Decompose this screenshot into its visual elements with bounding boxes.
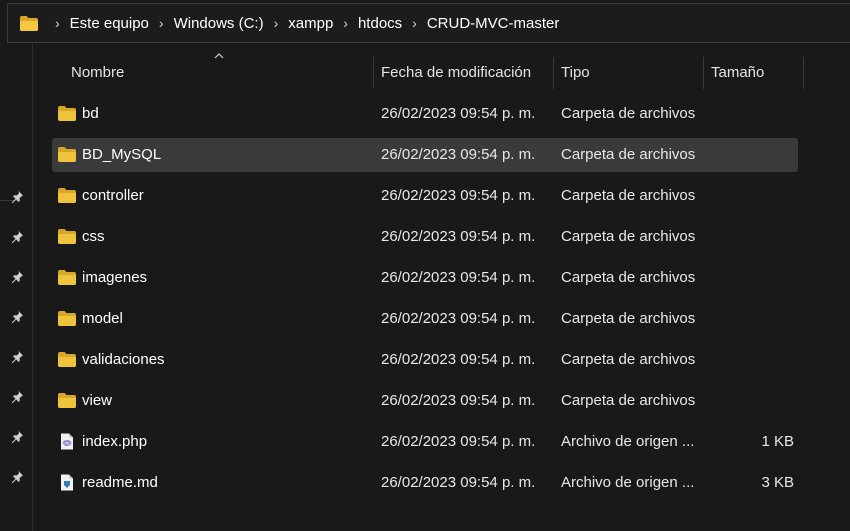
date-modified: 26/02/2023 09:54 p. m.: [381, 392, 536, 409]
column-header-type[interactable]: Tipo: [561, 55, 590, 91]
breadcrumb-htdocs[interactable]: htdocs: [358, 15, 402, 32]
file-type: Carpeta de archivos: [561, 187, 696, 204]
chevron-right-icon[interactable]: ›: [55, 15, 60, 31]
folder-icon: [57, 146, 77, 163]
file-type: Carpeta de archivos: [561, 392, 696, 409]
date-modified: 26/02/2023 09:54 p. m.: [381, 269, 536, 286]
folder-icon: [57, 392, 77, 409]
column-header-date[interactable]: Fecha de modificación: [381, 55, 531, 91]
column-header-name-label: Nombre: [71, 64, 125, 81]
table-row[interactable]: bd 26/02/2023 09:54 p. m. Carpeta de archi…: [52, 97, 798, 131]
file-name: model: [82, 310, 123, 327]
table-row[interactable]: imagenes 26/02/2023 09:54 p. m. Carpeta de…: [52, 261, 798, 295]
table-row[interactable]: css 26/02/2023 09:54 p. m. Carpeta de arch…: [52, 220, 798, 254]
pin-icon[interactable]: [10, 430, 24, 444]
pin-icon[interactable]: [10, 190, 24, 204]
breadcrumb-windows-c[interactable]: Windows (C:): [174, 15, 264, 32]
column-header-size-label: Tamaño: [711, 64, 765, 81]
markdown-file-icon: [57, 474, 77, 491]
file-name: readme.md: [82, 474, 158, 491]
file-type: Carpeta de archivos: [561, 105, 696, 122]
pin-icon[interactable]: [10, 470, 24, 484]
chevron-right-icon[interactable]: ›: [159, 15, 164, 31]
pin-icon[interactable]: [10, 350, 24, 364]
php-file-icon: php: [57, 433, 77, 450]
date-modified: 26/02/2023 09:54 p. m.: [381, 228, 536, 245]
folder-icon: [57, 310, 77, 327]
file-name: controller: [82, 187, 144, 204]
address-bar[interactable]: › Este equipo › Windows (C:) › xampp › h…: [7, 3, 850, 43]
file-type: Carpeta de archivos: [561, 310, 696, 327]
file-name: validaciones: [82, 351, 165, 368]
column-header-size[interactable]: Tamaño: [711, 55, 764, 91]
table-row[interactable]: controller 26/02/2023 09:54 p. m. Carpeta …: [52, 179, 798, 213]
column-header-type-label: Tipo: [561, 64, 590, 81]
table-row[interactable]: BD_MySQL 26/02/2023 09:54 p. m. Carpeta de…: [52, 138, 798, 172]
column-divider[interactable]: [373, 57, 374, 89]
file-name: index.php: [82, 433, 148, 450]
date-modified: 26/02/2023 09:54 p. m.: [381, 146, 536, 163]
table-row[interactable]: view 26/02/2023 09:54 p. m. Carpeta de arc…: [52, 384, 798, 418]
table-row[interactable]: model 26/02/2023 09:54 p. m. Carpeta de ar…: [52, 302, 798, 336]
pin-icon[interactable]: [10, 390, 24, 404]
folder-icon: [57, 269, 77, 286]
folder-icon: [19, 15, 39, 32]
file-name: view: [82, 392, 113, 409]
file-size: 3 KB: [761, 474, 794, 491]
date-modified: 26/02/2023 09:54 p. m.: [381, 105, 536, 122]
date-modified: 26/02/2023 09:54 p. m.: [381, 474, 536, 491]
date-modified: 26/02/2023 09:54 p. m.: [381, 433, 536, 450]
pin-icon[interactable]: [10, 230, 24, 244]
file-type: Archivo de origen ...: [561, 433, 695, 450]
pin-icon[interactable]: [10, 310, 24, 324]
file-type: Carpeta de archivos: [561, 146, 696, 163]
column-divider[interactable]: [803, 57, 804, 89]
table-row[interactable]: readme.md 26/02/2023 09:54 p. m. Archivo d…: [52, 466, 798, 500]
file-size: 1 KB: [761, 433, 794, 450]
chevron-right-icon[interactable]: ›: [412, 15, 417, 31]
navigation-pane: [0, 44, 33, 531]
date-modified: 26/02/2023 09:54 p. m.: [381, 351, 536, 368]
breadcrumb-xampp[interactable]: xampp: [288, 15, 333, 32]
file-type: Carpeta de archivos: [561, 269, 696, 286]
file-name: css: [82, 228, 105, 245]
file-type: Carpeta de archivos: [561, 351, 696, 368]
file-name: imagenes: [82, 269, 148, 286]
svg-text:php: php: [63, 441, 71, 446]
folder-icon: [57, 228, 77, 245]
file-type: Carpeta de archivos: [561, 228, 696, 245]
date-modified: 26/02/2023 09:54 p. m.: [381, 310, 536, 327]
date-modified: 26/02/2023 09:54 p. m.: [381, 187, 536, 204]
column-divider[interactable]: [703, 57, 704, 89]
breadcrumb-crud-mvc-master[interactable]: CRUD-MVC-master: [427, 15, 560, 32]
table-row[interactable]: php index.php 26/02/2023 09:54 p. m. Archiv…: [52, 425, 798, 459]
chevron-right-icon[interactable]: ›: [274, 15, 279, 31]
file-type: Archivo de origen ...: [561, 474, 695, 491]
folder-icon: [57, 351, 77, 368]
pin-icon[interactable]: [10, 270, 24, 284]
column-divider[interactable]: [553, 57, 554, 89]
chevron-right-icon[interactable]: ›: [343, 15, 348, 31]
file-name: BD_MySQL: [82, 146, 162, 163]
breadcrumb-este-equipo[interactable]: Este equipo: [70, 15, 149, 32]
column-header-date-label: Fecha de modificación: [381, 64, 532, 81]
column-header-name[interactable]: Nombre: [71, 55, 124, 91]
file-name: bd: [82, 105, 99, 122]
column-header: Nombre Fecha de modificación Tipo Tamaño: [33, 53, 850, 91]
table-row[interactable]: validaciones 26/02/2023 09:54 p. m. Carpet…: [52, 343, 798, 377]
folder-icon: [57, 105, 77, 122]
chevron-up-icon: [214, 53, 224, 59]
folder-icon: [57, 187, 77, 204]
